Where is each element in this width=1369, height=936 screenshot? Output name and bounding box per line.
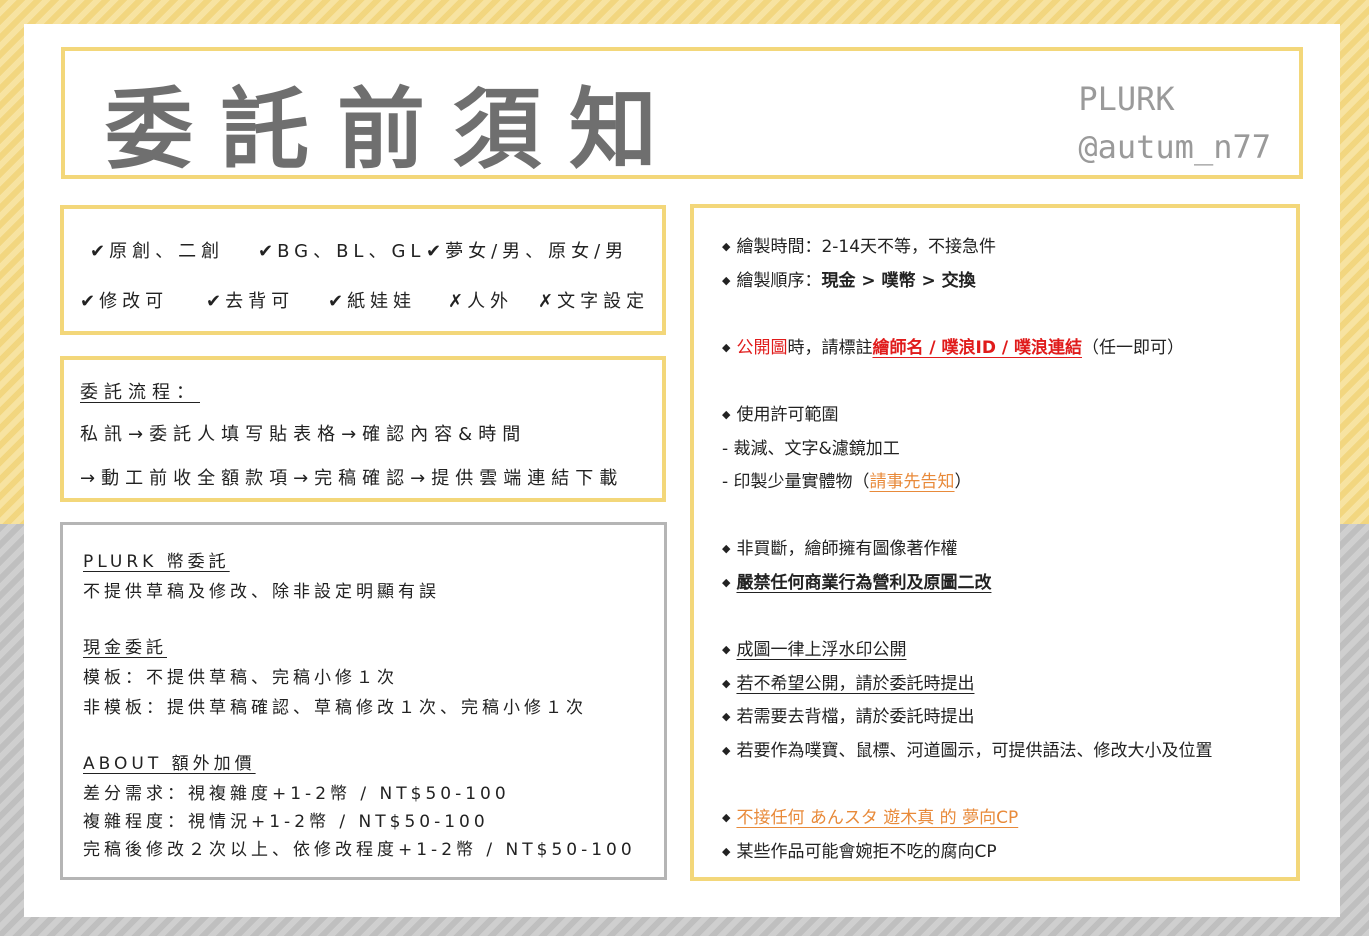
- diamond-bullet-icon: ◆: [722, 744, 731, 757]
- diamond-bullet-icon: ◆: [722, 542, 731, 555]
- commission-flow-panel: 委託流程： 私訊→委託人填写貼表格→確認內容&時間 →動工前收全額款項→完稿確認…: [60, 356, 666, 502]
- diamond-bullet-icon: ◆: [722, 341, 731, 354]
- diamond-bullet-icon: ◆: [722, 811, 731, 824]
- usage-item: - 印製少量實體物（請事先告知）: [722, 472, 972, 492]
- plurk-handle: PLURK @autum_n77: [1078, 75, 1271, 171]
- plurk-commission-heading: PLURK 幣委託: [83, 552, 230, 572]
- flow-step-line: 私訊→委託人填写貼表格→確認內容&時間: [80, 424, 527, 445]
- remove-bg-line: ◆ 若需要去背檔，請於委託時提出: [722, 707, 975, 727]
- diamond-bullet-icon: ◆: [722, 677, 731, 690]
- title-panel: 委託前須知 PLURK @autum_n77: [61, 47, 1303, 181]
- diamond-bullet-icon: ◆: [722, 710, 731, 723]
- accept-tags-panel: ✔ 原創、二創 ✔ BG、BL、GL ✔ 夢女/男、原女/男 ✔ 修改可 ✔ 去背可 ✔ 紙…: [60, 205, 666, 335]
- page-title: 委託前須知: [105, 78, 686, 181]
- tag-item: ✗ 人外: [448, 291, 514, 312]
- some-cp-line: ◆ 某些作品可能會婉拒不吃的腐向CP: [722, 842, 997, 862]
- flow-heading: 委託流程：: [80, 382, 200, 403]
- extra-charge-item: 完稿後修改２次以上、依修改程度+1-2幣 / NT$50-100: [83, 840, 636, 860]
- rules-panel: ◆ 繪製時間：2-14天不等，不接急件 ◆ 繪製順序：現金 > 噗幣 > 交換 ◆ 公…: [690, 204, 1300, 881]
- tag-item: ✗ 文字設定: [538, 291, 650, 312]
- cash-commission-heading: 現金委託: [83, 638, 167, 658]
- watermark-line: ◆ 成圖一律上浮水印公開: [722, 640, 907, 660]
- plurk-label: PLURK: [1078, 80, 1175, 118]
- diamond-bullet-icon: ◆: [722, 845, 731, 858]
- cross-icon: ✗: [538, 291, 554, 312]
- tag-item: ✔ 修改可: [80, 291, 169, 312]
- check-icon: ✔: [90, 241, 106, 262]
- diamond-bullet-icon: ◆: [722, 240, 731, 253]
- flow-step-line: →動工前收全額款項→完稿確認→提供雲端連結下載: [80, 468, 624, 489]
- notice-card: 委託前須知 PLURK @autum_n77 ✔ 原創、二創 ✔ BG、BL、GL …: [24, 24, 1340, 917]
- diamond-bullet-icon: ◆: [722, 408, 731, 421]
- cash-template-note: 模板：不提供草稿、完稿小修１次: [83, 668, 398, 688]
- check-icon: ✔: [206, 291, 222, 312]
- diamond-bullet-icon: ◆: [722, 643, 731, 656]
- usage-heading: ◆ 使用許可範圍: [722, 405, 839, 425]
- draw-order-line: ◆ 繪製順序：現金 > 噗幣 > 交換: [722, 271, 976, 291]
- draw-time-line: ◆ 繪製時間：2-14天不等，不接急件: [722, 237, 997, 257]
- plurk-id: @autum_n77: [1078, 128, 1271, 166]
- tag-item: ✔ 原創、二創: [90, 241, 225, 262]
- no-cp-line: ◆ 不接任何 あんスタ 遊木真 的 夢向CP: [722, 808, 1019, 828]
- commercial-ban-line: ◆ 嚴禁任何商業行為營利及原圖二改: [722, 573, 992, 593]
- copyright-line: ◆ 非買斷，繪師擁有圖像著作權: [722, 539, 958, 559]
- cross-icon: ✗: [448, 291, 464, 312]
- tag-item: ✔ 夢女/男、原女/男: [426, 241, 629, 262]
- extra-charge-heading: ABOUT 額外加價: [83, 754, 256, 774]
- public-credit-line: ◆ 公開圖時，請標註繪師名 / 噗浪ID / 噗浪連結（任一即可）: [722, 338, 1184, 358]
- cash-nontemplate-note: 非模板：提供草稿確認、草稿修改１次、完稿小修１次: [83, 698, 587, 718]
- pricing-panel: PLURK 幣委託 不提供草稿及修改、除非設定明顯有誤 現金委託 模板：不提供草…: [60, 522, 667, 880]
- no-public-line: ◆ 若不希望公開，請於委託時提出: [722, 674, 975, 694]
- tag-item: ✔ 紙娃娃: [328, 291, 417, 312]
- check-icon: ✔: [328, 291, 344, 312]
- extra-charge-item: 複雜程度：視情況+1-2幣 / NT$50-100: [83, 812, 489, 832]
- check-icon: ✔: [426, 241, 442, 262]
- diamond-bullet-icon: ◆: [722, 274, 731, 287]
- tag-item: ✔ 去背可: [206, 291, 295, 312]
- emoji-line: ◆ 若要作為噗寶、鼠標、河道圖示，可提供語法、修改大小及位置: [722, 741, 1213, 761]
- tag-item: ✔ BG、BL、GL: [258, 241, 426, 262]
- plurk-commission-note: 不提供草稿及修改、除非設定明顯有誤: [83, 582, 440, 602]
- usage-item: - 裁減、文字&濾鏡加工: [722, 439, 900, 459]
- check-icon: ✔: [80, 291, 96, 312]
- extra-charge-item: 差分需求：視複雜度+1-2幣 / NT$50-100: [83, 784, 510, 804]
- diamond-bullet-icon: ◆: [722, 576, 731, 589]
- check-icon: ✔: [258, 241, 274, 262]
